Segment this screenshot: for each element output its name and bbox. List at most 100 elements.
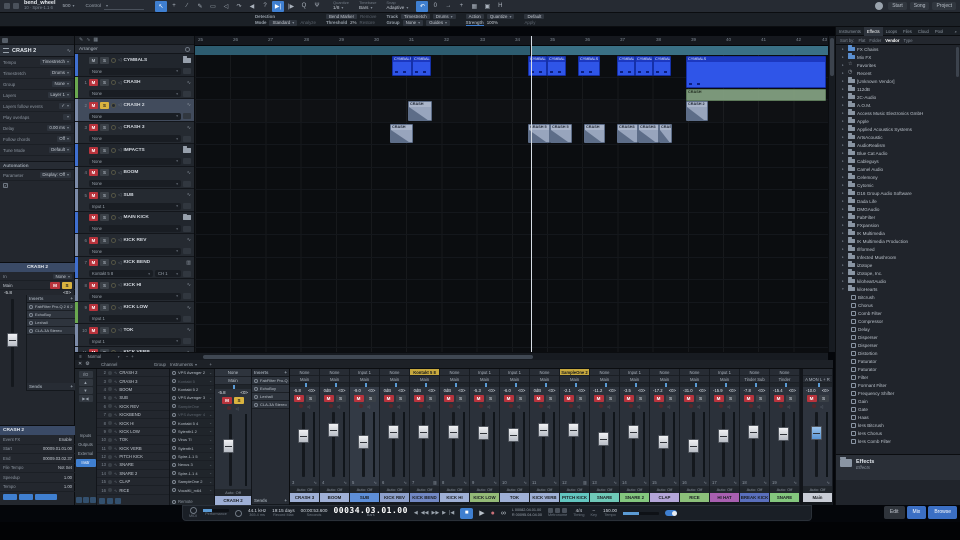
filter-c-icon[interactable]	[115, 498, 121, 504]
wave-icon[interactable]: ∿	[86, 37, 90, 43]
expand-arrow-icon[interactable]	[842, 223, 846, 227]
browser-item[interactable]: 2C-Audio	[836, 93, 960, 101]
fader-handle[interactable]	[597, 431, 609, 446]
strip-pan-strip[interactable]	[710, 383, 739, 387]
strip-input-select[interactable]: None	[290, 369, 319, 376]
strip-output-select[interactable]: Main	[590, 376, 619, 383]
add-instrument-icon[interactable]: +	[209, 362, 212, 367]
stop-button[interactable]: ■	[460, 507, 474, 519]
mixer-channel-strip[interactable]: None Main -5.8 <0> M S ◁ 3 ∿ Auto: Off C…	[290, 369, 320, 505]
strip-pan-strip[interactable]	[410, 383, 439, 387]
fader-handle[interactable]	[747, 424, 759, 439]
track-solo-button[interactable]: S	[100, 79, 109, 86]
instrument-row[interactable]: Kontakt 5	[170, 377, 214, 386]
track-record-arm-icon[interactable]	[111, 125, 116, 130]
strip-mute-button[interactable]: M	[443, 395, 454, 402]
channel-list-row[interactable]: 11 ∿ KICK VERB	[97, 445, 169, 453]
strip-solo-button[interactable]: S	[395, 395, 406, 402]
strip-monitor[interactable]	[787, 404, 790, 409]
insert-slot[interactable]: EchoBoy	[252, 385, 289, 393]
browser-item[interactable]: FabFilter	[836, 213, 960, 221]
mixer-channel-strip[interactable]: A MON L + R -10.0 <0> M S ◁ ∿ Auto: Off …	[800, 369, 833, 505]
speaker-icon[interactable]	[183, 270, 191, 277]
browser-item[interactable]: Disperser	[836, 341, 960, 349]
fader-handle[interactable]	[687, 439, 699, 454]
strip-pan-value[interactable]: <0>	[488, 388, 495, 393]
insert-power-icon[interactable]	[29, 320, 33, 325]
track-record-arm-icon[interactable]	[111, 57, 116, 63]
track-monitor-icon[interactable]	[118, 237, 121, 243]
browser-item[interactable]: Faturator	[836, 357, 960, 365]
track-mute-button[interactable]: M	[89, 259, 98, 266]
strip-gain-value[interactable]: -31.0	[683, 388, 693, 393]
strip-solo-button[interactable]: S	[455, 395, 466, 402]
browser-item[interactable]: Delay	[836, 325, 960, 333]
instrument-row[interactable]: SampleOne 2	[170, 478, 214, 487]
arranger-track-header[interactable]: Arranger	[75, 45, 194, 54]
strip-output-select[interactable]: Main	[470, 376, 499, 383]
strip-name-plate[interactable]: HI HAT	[710, 493, 739, 502]
track-solo-button[interactable]: S	[100, 101, 109, 109]
strip-automation-mode[interactable]: Auto: Off	[710, 486, 739, 493]
strip-solo-button[interactable]: S	[725, 395, 736, 402]
strip-input-select[interactable]: None	[380, 369, 409, 376]
track-mute-button[interactable]: M	[89, 214, 98, 221]
audio-event-clip[interactable]: CRASH 5	[550, 124, 572, 143]
strip-name-plate[interactable]: Main	[803, 493, 832, 502]
track-record-arm-icon[interactable]	[111, 170, 116, 175]
row-value[interactable]: Drums	[50, 70, 71, 76]
strip-solo-button[interactable]: S	[335, 395, 346, 402]
channel-visible-dot[interactable]	[108, 437, 112, 442]
strip-mute-button[interactable]: M	[533, 395, 544, 402]
strip-output-select[interactable]: Main	[620, 376, 649, 383]
mixer-channel-strip[interactable]: Kontakt 5 8 Main 0dB <0> M S ◁ 7 ▥ Auto:…	[410, 369, 440, 505]
automation-checkbox[interactable]: ✓	[3, 183, 8, 188]
strip-output-select[interactable]: Main	[440, 376, 469, 383]
strip-monitor[interactable]	[487, 404, 490, 409]
remote-label[interactable]: Remote	[178, 499, 193, 504]
track-size-icon[interactable]: ≡	[79, 354, 82, 359]
strip-automation-mode[interactable]: Auto: Off	[440, 486, 469, 493]
insert-slot[interactable]: FabFilter Pro-Q 2 6 2	[252, 377, 289, 385]
strip-mute-button[interactable]: M	[743, 395, 754, 402]
detail-solo-button[interactable]: S	[234, 397, 244, 404]
browser-item[interactable]: Chorus	[836, 301, 960, 309]
strip-mute-button[interactable]: M	[383, 395, 394, 402]
track-lane[interactable]	[195, 213, 828, 235]
strip-gain-value[interactable]: -3.5	[624, 388, 631, 393]
strip-output-select[interactable]: Main	[560, 376, 589, 383]
strip-record-arm[interactable]	[658, 404, 663, 408]
browser-item[interactable]: Bitcrush	[836, 293, 960, 301]
strip-monitor[interactable]	[517, 404, 520, 409]
strip-record-arm[interactable]	[298, 404, 303, 408]
track-record-arm-icon[interactable]	[111, 102, 116, 108]
window-button[interactable]: Project	[932, 2, 956, 10]
track-row[interactable]: 6 M S KICK REV ∿ None	[75, 234, 194, 257]
expand-arrow-icon[interactable]	[842, 287, 846, 291]
audio-event-clip[interactable]: CRASH	[686, 89, 826, 101]
track-monitor-icon[interactable]	[118, 80, 121, 86]
mode-select[interactable]: Standard	[269, 20, 298, 26]
expand-arrow-icon[interactable]	[842, 119, 846, 123]
row-value[interactable]: ✓	[59, 103, 71, 109]
strip-solo-button[interactable]: S	[785, 395, 796, 402]
track-io-select[interactable]: None	[89, 135, 181, 142]
channel-list-row[interactable]: 6 ∿ KICK REV	[97, 403, 169, 411]
strip-pan-value[interactable]: <0>	[669, 388, 676, 393]
track-row[interactable]: 8 M S KICK HI ∿ None	[75, 279, 194, 302]
strip-record-arm[interactable]	[598, 404, 603, 408]
track-record-arm-icon[interactable]	[111, 260, 116, 265]
browser-tab[interactable]: Effects	[863, 26, 883, 36]
arranger-track-lane[interactable]	[195, 46, 828, 55]
strip-input-select[interactable]: None	[650, 369, 679, 376]
mode-icon[interactable]: ▦	[468, 1, 480, 12]
channel-fader[interactable]	[0, 295, 26, 391]
browser-item[interactable]: kHs Chorus	[836, 429, 960, 437]
track-mute-button[interactable]: M	[89, 101, 98, 109]
channel-visible-dot[interactable]	[108, 379, 112, 384]
play-button[interactable]: ▶	[479, 509, 484, 517]
timeline-ruler[interactable]: 25 26 27 28 29 30 31 32 33 34 35 36 37 38 39 40 41 42 43	[195, 36, 828, 46]
browser-item[interactable]: kHs Bitcrush	[836, 421, 960, 429]
browser-item[interactable]: Gate	[836, 405, 960, 413]
track-mute-button[interactable]: M	[89, 146, 98, 154]
